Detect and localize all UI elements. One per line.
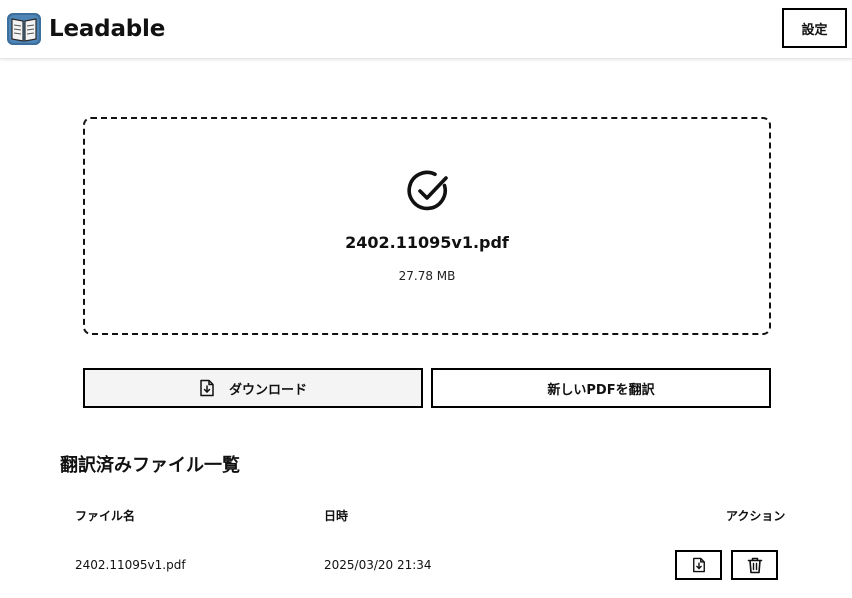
row-download-button[interactable] xyxy=(675,550,722,580)
app-title: Leadable xyxy=(49,16,166,42)
row-date: 2025/03/20 21:34 xyxy=(324,558,432,572)
column-header-date: 日時 xyxy=(324,509,349,523)
trash-icon xyxy=(747,557,762,573)
history-section-title: 翻訳済みファイル一覧 xyxy=(60,455,240,476)
row-delete-button[interactable] xyxy=(731,550,778,580)
download-button[interactable]: ダウンロード xyxy=(83,368,423,408)
uploaded-file-name: 2402.11095v1.pdf xyxy=(345,233,509,252)
upload-dropzone[interactable]: 2402.11095v1.pdf 27.78 MB xyxy=(83,117,771,335)
check-circle-icon xyxy=(407,170,448,211)
file-download-icon xyxy=(200,379,214,397)
book-logo-icon xyxy=(7,13,41,45)
settings-button[interactable]: 設定 xyxy=(782,8,847,48)
column-header-file-name: ファイル名 xyxy=(75,509,136,523)
row-file-name: 2402.11095v1.pdf xyxy=(75,558,186,572)
new-translation-button[interactable]: 新しいPDFを翻訳 xyxy=(431,368,771,408)
file-download-icon xyxy=(692,557,705,573)
uploaded-file-size: 27.78 MB xyxy=(398,269,456,283)
column-header-action: アクション xyxy=(726,509,786,523)
new-translation-button-label: 新しいPDFを翻訳 xyxy=(547,382,655,398)
download-button-label: ダウンロード xyxy=(228,382,307,398)
app-header: Leadable 設定 xyxy=(0,0,852,59)
